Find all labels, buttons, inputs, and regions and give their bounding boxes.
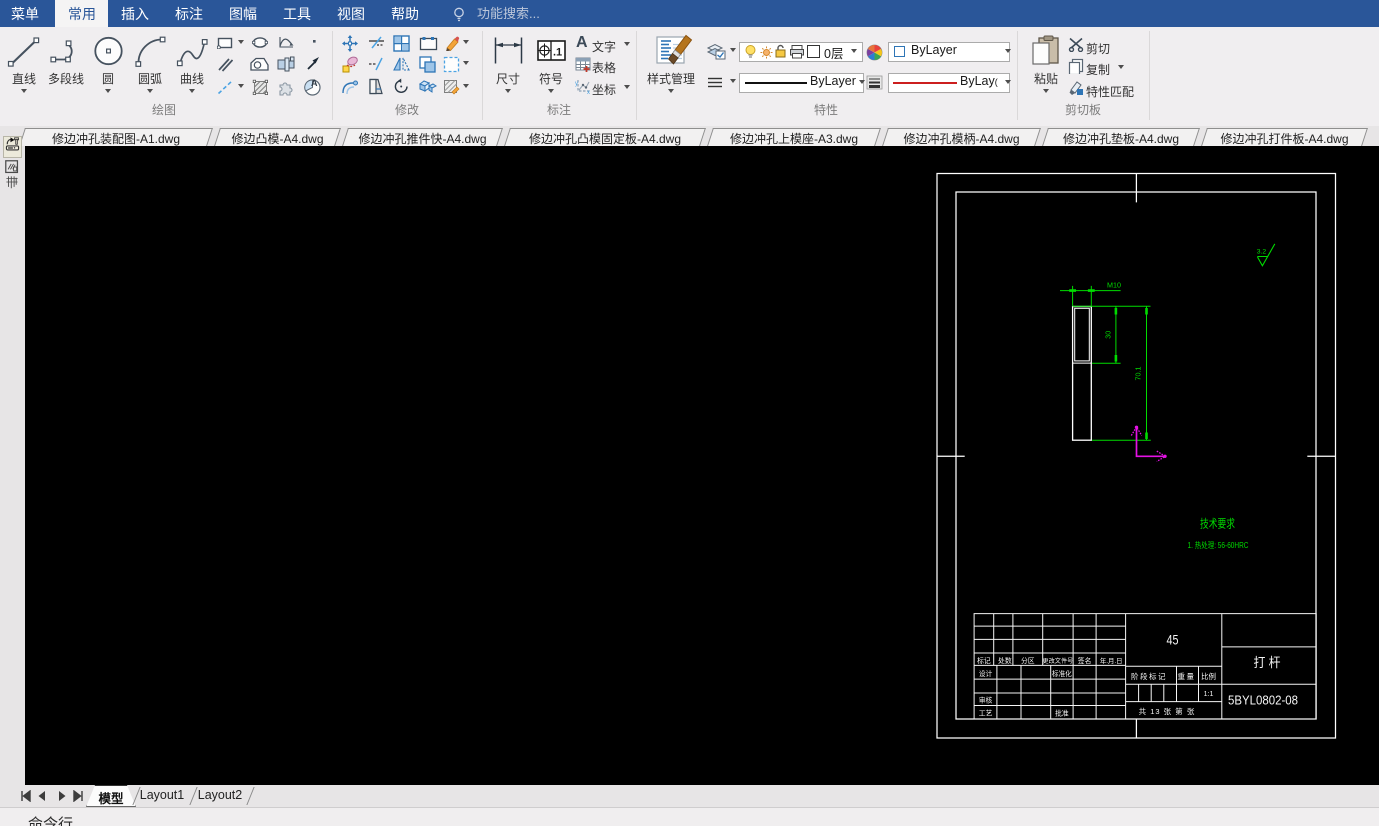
svg-text:年.月.日: 年.月.日 — [1100, 656, 1123, 665]
svg-text:.1: .1 — [553, 47, 562, 59]
svg-text:共 13 张 第 张: 共 13 张 第 张 — [1139, 706, 1196, 716]
svg-text:处数: 处数 — [998, 656, 1012, 665]
svg-text:30: 30 — [1103, 331, 1112, 339]
svg-text:设计: 设计 — [979, 669, 993, 678]
svg-text:阶段标记: 阶段标记 — [1131, 671, 1167, 681]
svg-text:签名: 签名 — [1078, 656, 1092, 665]
svg-text:分区: 分区 — [1021, 656, 1035, 665]
svg-text:M10: M10 — [1107, 281, 1121, 290]
svg-text:重量: 重量 — [1178, 672, 1196, 681]
svg-text:更改文件号: 更改文件号 — [1042, 657, 1073, 665]
svg-text:标准化: 标准化 — [1052, 669, 1072, 678]
svg-text:技术要求: 技术要求 — [1200, 518, 1235, 531]
svg-text:y: y — [575, 81, 578, 87]
svg-text:5BYL0802-08: 5BYL0802-08 — [1228, 693, 1298, 708]
svg-text:1:1: 1:1 — [1204, 691, 1214, 698]
svg-text:比例: 比例 — [1201, 671, 1216, 681]
svg-text:70.1: 70.1 — [1134, 367, 1143, 381]
svg-text:标记: 标记 — [977, 656, 991, 665]
svg-text:批准: 批准 — [1055, 708, 1069, 717]
svg-text:A: A — [311, 78, 318, 88]
svg-text:3.2: 3.2 — [1257, 249, 1267, 256]
svg-text:x: x — [587, 90, 590, 94]
svg-text:45: 45 — [1167, 632, 1179, 648]
svg-text:工艺: 工艺 — [979, 709, 993, 717]
svg-text:打 杆: 打 杆 — [1254, 655, 1281, 670]
svg-text:1. 热处理: 56-60HRC: 1. 热处理: 56-60HRC — [1188, 540, 1249, 550]
svg-text:审核: 审核 — [979, 696, 993, 705]
